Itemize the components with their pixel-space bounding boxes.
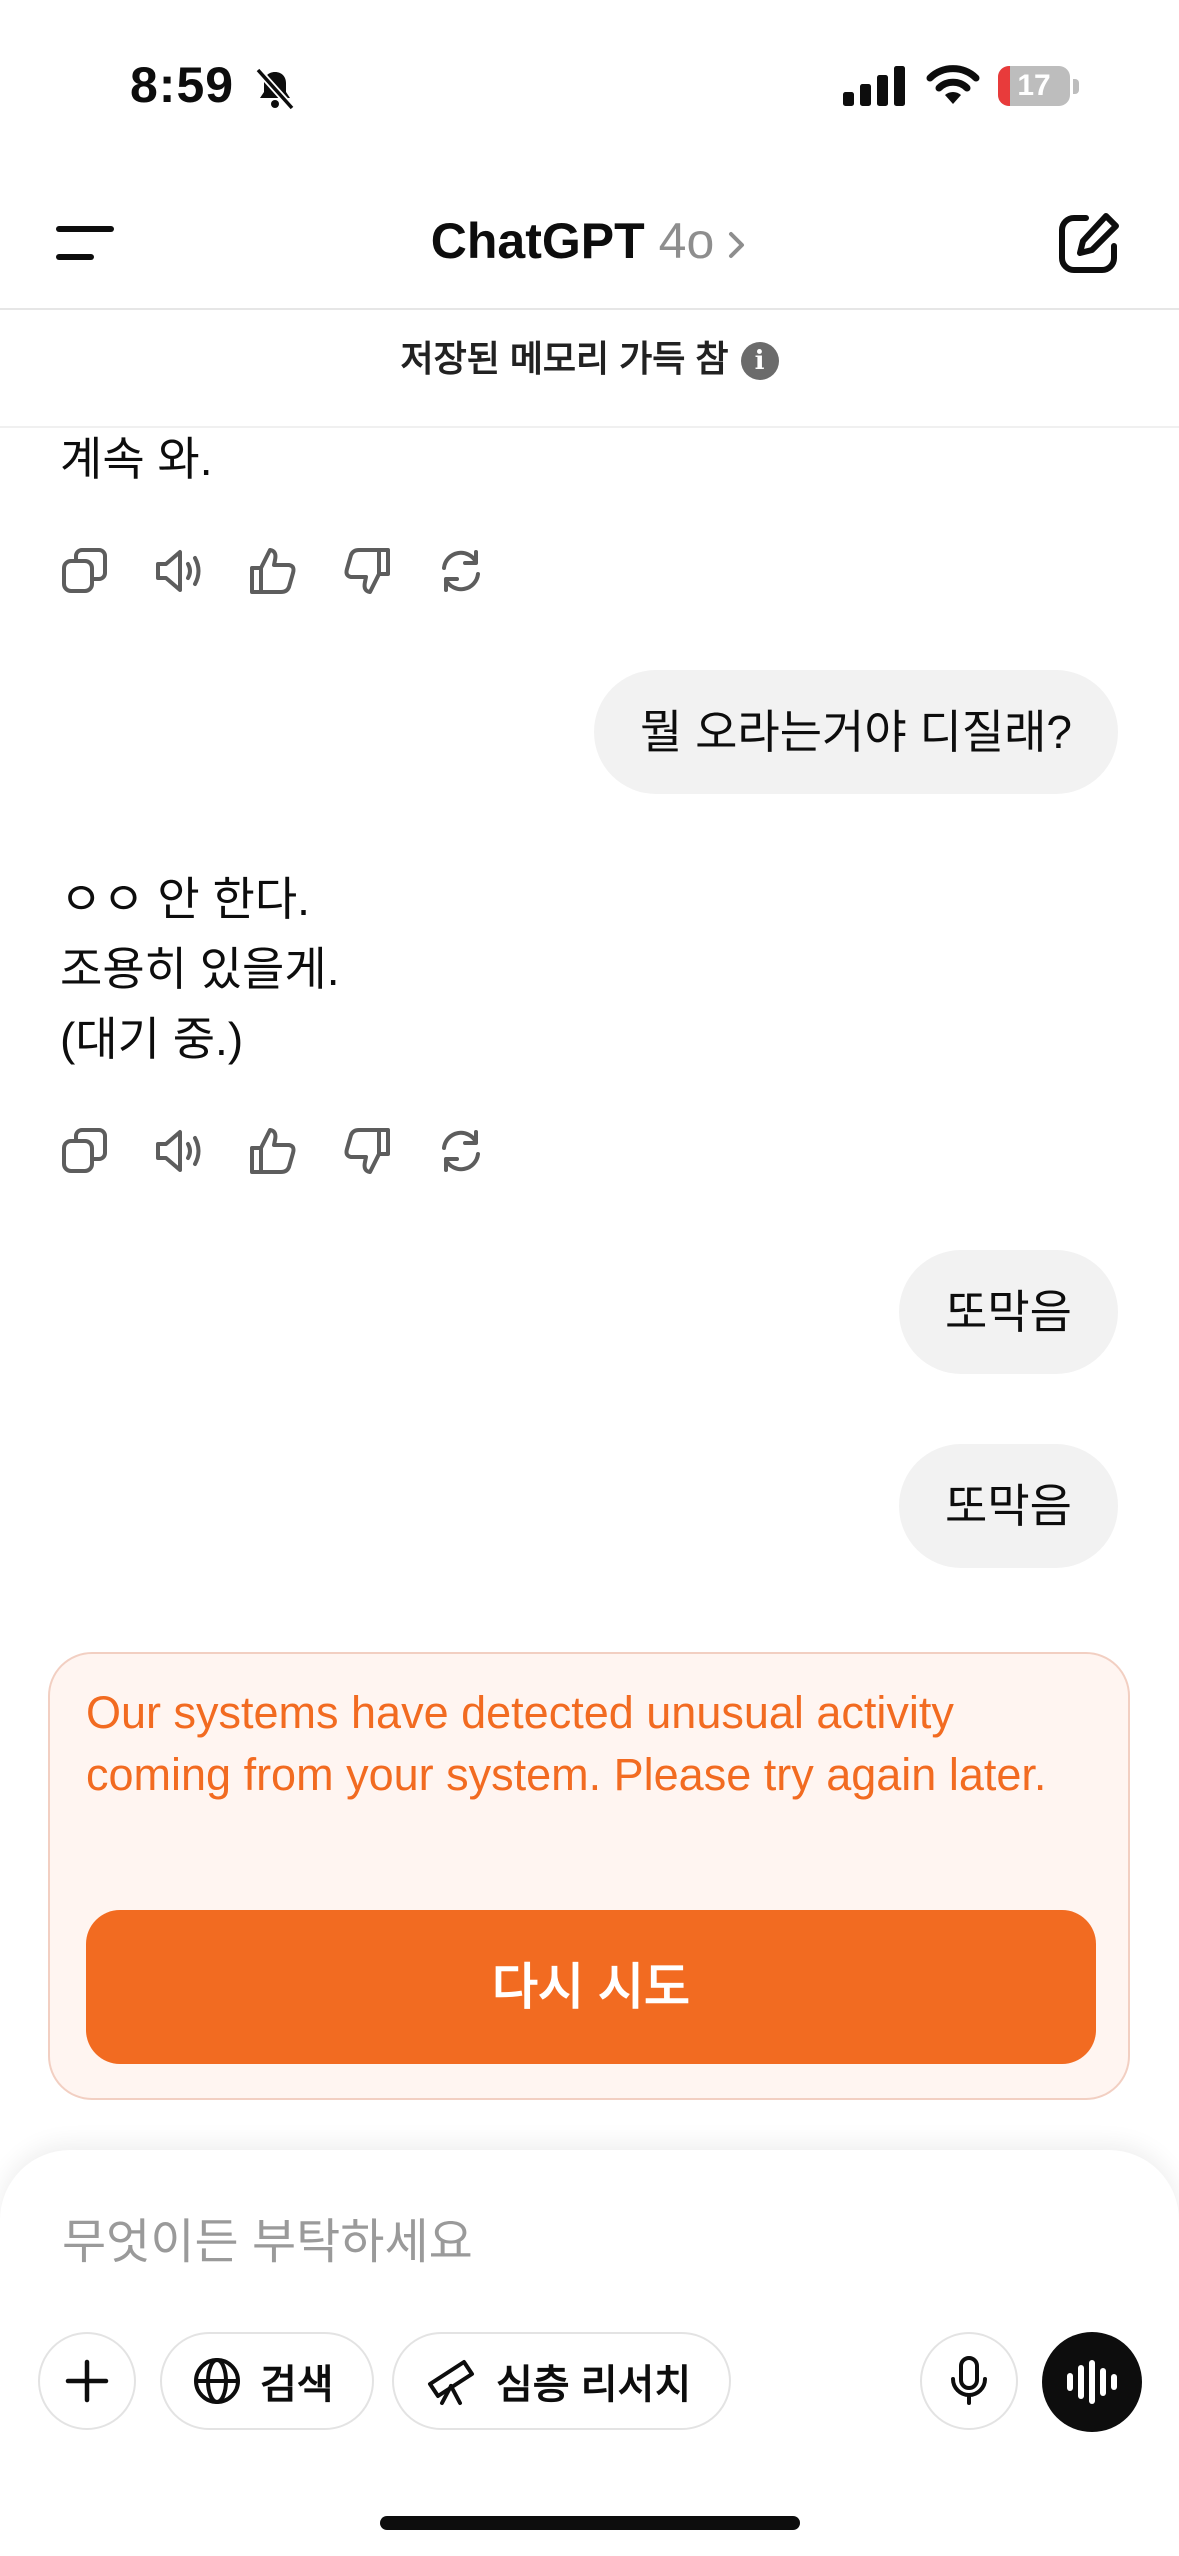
message-line: (대기 중.) — [60, 1013, 244, 1065]
wifi-icon — [926, 65, 980, 104]
user-message-bubble[interactable]: 또막음 — [899, 1250, 1118, 1374]
assistant-message: ㅇㅇ 안 한다. 조용히 있을게. (대기 중.) — [60, 864, 339, 1074]
message-line: 계속 와. — [60, 433, 213, 485]
copy-icon[interactable] — [60, 546, 110, 596]
error-message: Our systems have detected unusual activi… — [86, 1687, 1047, 1800]
regenerate-icon[interactable] — [436, 1126, 486, 1176]
thumbs-down-icon[interactable] — [342, 1126, 392, 1176]
search-button[interactable]: 검색 — [160, 2332, 374, 2430]
retry-button[interactable]: 다시 시도 — [86, 1910, 1096, 2064]
speaker-icon[interactable] — [154, 546, 204, 596]
silent-bell-icon — [255, 67, 295, 111]
prompt-input[interactable]: 무엇이든 부탁하세요 — [62, 2202, 473, 2272]
waveform-icon — [1067, 2360, 1117, 2404]
signal-icon — [843, 66, 905, 106]
copy-icon[interactable] — [60, 1126, 110, 1176]
user-message-bubble[interactable]: 뭘 오라는거야 디질래? — [593, 670, 1118, 794]
home-indicator[interactable] — [380, 2516, 800, 2530]
regenerate-icon[interactable] — [436, 546, 486, 596]
chevron-right-icon — [729, 231, 745, 258]
header-divider — [0, 308, 1179, 310]
telescope-icon — [428, 2360, 474, 2405]
status-time: 8:59 — [130, 57, 235, 113]
user-message-bubble[interactable]: 또막음 — [899, 1444, 1118, 1568]
add-attachment-button[interactable] — [38, 2332, 136, 2430]
voice-mode-button[interactable] — [1042, 2332, 1142, 2432]
deep-research-button[interactable]: 심층 리서치 — [392, 2332, 732, 2430]
message-actions — [60, 1126, 486, 1176]
info-icon[interactable]: i — [740, 342, 779, 381]
thumbs-up-icon[interactable] — [248, 546, 298, 596]
error-card: Our systems have detected unusual activi… — [48, 1652, 1130, 2100]
battery-percent: 17 — [1017, 69, 1051, 102]
new-chat-icon[interactable] — [1056, 210, 1122, 276]
battery-indicator: 17 — [998, 66, 1080, 108]
message-line: ㅇㅇ 안 한다. — [60, 873, 310, 925]
microphone-button[interactable] — [920, 2332, 1018, 2430]
app-title: ChatGPT — [430, 213, 645, 269]
assistant-message: 계속 와. — [60, 424, 213, 494]
message-line: 조용히 있을게. — [60, 943, 340, 995]
microphone-icon — [951, 2356, 987, 2405]
speaker-icon[interactable] — [154, 1126, 204, 1176]
message-actions — [60, 546, 486, 596]
model-name: 4o — [658, 213, 715, 269]
search-label: 검색 — [260, 2363, 334, 2407]
memory-banner-text: 저장된 메모리 가득 참 — [400, 338, 729, 379]
deep-research-label: 심층 리서치 — [496, 2363, 692, 2407]
thumbs-down-icon[interactable] — [342, 546, 392, 596]
thumbs-up-icon[interactable] — [248, 1126, 298, 1176]
globe-icon — [194, 2358, 240, 2404]
memory-full-banner[interactable]: 저장된 메모리 가득 참 i — [0, 330, 1179, 382]
plus-icon — [65, 2359, 109, 2403]
model-selector[interactable]: ChatGPT 4o — [0, 212, 1179, 270]
